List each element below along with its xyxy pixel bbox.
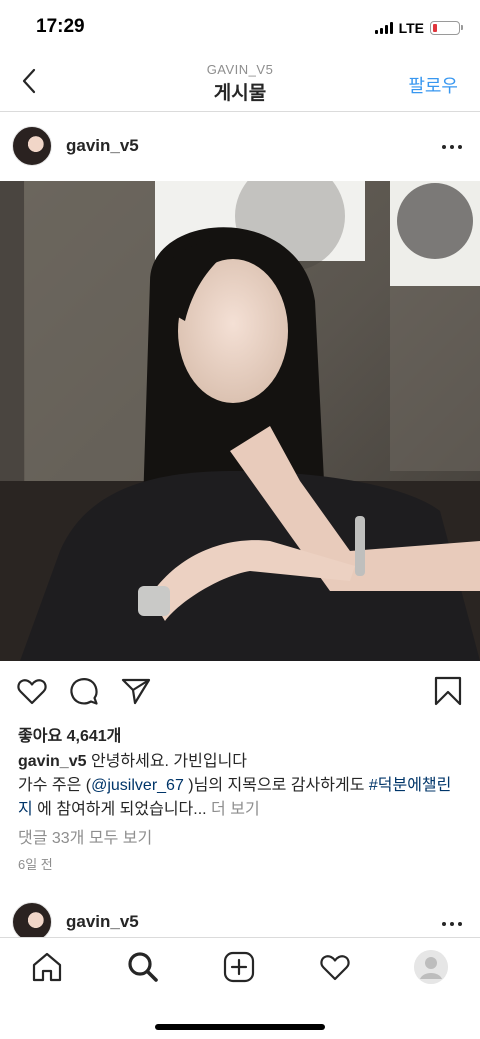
share-icon[interactable] (120, 675, 152, 707)
caption-line-1: 안녕하세요. 가빈입니다 (90, 753, 248, 770)
view-all-comments-link[interactable]: 댓글 33개 모두 보기 (18, 824, 152, 848)
battery-level (433, 24, 437, 32)
action-bar (0, 661, 480, 723)
status-time: 17:29 (36, 16, 85, 37)
caption-more-link[interactable]: 더 보기 (207, 801, 260, 818)
like-count[interactable]: 좋아요 4,641개 (18, 722, 121, 746)
post-timestamp: 6일 전 (18, 857, 53, 872)
post-photo[interactable] (0, 181, 480, 661)
caption-text-c: 에 참여하게 되었습니다... (32, 801, 207, 818)
activity-heart-icon[interactable] (318, 950, 352, 984)
like-icon[interactable] (16, 675, 48, 707)
caption-text-b: )님의 지목으로 감사하게도 (183, 777, 369, 794)
network-label: LTE (398, 20, 424, 36)
search-icon[interactable] (126, 950, 160, 984)
avatar[interactable] (12, 902, 52, 942)
more-icon[interactable] (440, 914, 464, 934)
post-header: gavin_v5 (0, 113, 480, 181)
comment-icon[interactable] (68, 675, 100, 707)
battery-icon (430, 21, 463, 35)
caption-username[interactable]: gavin_v5 (18, 753, 86, 770)
avatar[interactable] (12, 126, 52, 166)
bottom-tab-bar (0, 937, 480, 1039)
bookmark-icon[interactable] (432, 675, 464, 707)
post-caption: gavin_v5 안녕하세요. 가빈입니다 가수 주은 (@jusilver_6… (18, 750, 466, 822)
add-post-icon[interactable] (222, 950, 256, 984)
home-indicator (155, 1024, 325, 1030)
next-post-header: gavin_v5 (0, 898, 480, 942)
follow-button[interactable]: 팔로우 (408, 72, 458, 98)
home-icon[interactable] (30, 950, 64, 984)
caption-mention[interactable]: @jusilver_67 (91, 777, 184, 794)
caption-text-a: 가수 주은 ( (18, 777, 92, 794)
status-indicators: LTE (374, 20, 463, 36)
nav-header: GAVIN_V5 게시물 팔로우 (0, 52, 480, 112)
more-icon[interactable] (440, 137, 464, 157)
profile-avatar-icon[interactable] (414, 950, 448, 984)
next-post-username[interactable]: gavin_v5 (66, 912, 139, 932)
status-bar: 17:29 LTE (0, 0, 480, 52)
post-username[interactable]: gavin_v5 (66, 136, 139, 156)
signal-icon (374, 22, 393, 34)
